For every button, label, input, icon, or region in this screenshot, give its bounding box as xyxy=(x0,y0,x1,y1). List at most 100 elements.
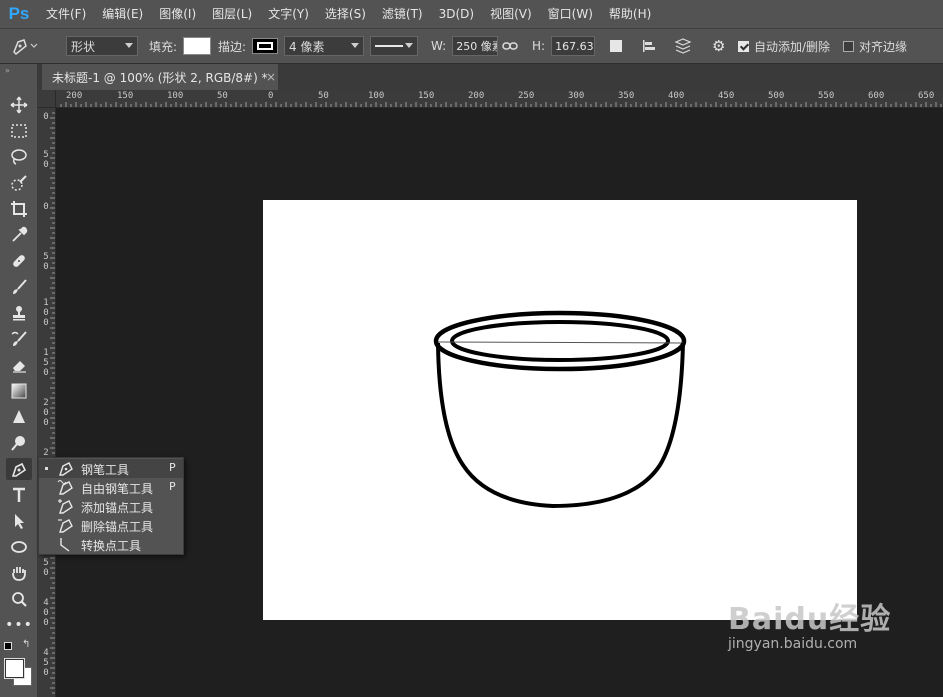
vertical-ruler[interactable]: 0 50 0 50 100 150 200 250 300 350 400 45… xyxy=(38,108,56,697)
more-icon: ••• xyxy=(5,617,33,633)
ellipse-tool[interactable] xyxy=(6,536,32,558)
flyout-item-pen[interactable]: 钢笔工具 P xyxy=(39,459,183,478)
color-swatches[interactable] xyxy=(4,658,34,688)
swap-colors-control[interactable]: ↰ xyxy=(4,639,34,652)
close-icon[interactable]: × xyxy=(266,70,276,84)
document-tab-bar: 未标题-1 @ 100% (形状 2, RGB/8#) * × xyxy=(38,64,943,90)
menu-3d[interactable]: 3D(D) xyxy=(431,0,482,28)
move-tool[interactable] xyxy=(6,94,32,116)
ruler-label: 550 xyxy=(818,91,835,101)
marquee-tool[interactable] xyxy=(6,120,32,142)
ruler-label: 150 xyxy=(117,91,134,101)
dodge-icon xyxy=(11,436,25,451)
ruler-label: 450 xyxy=(43,648,49,678)
align-edges-label: 对齐边缘 xyxy=(859,39,908,54)
ruler-label: 450 xyxy=(718,91,735,101)
menu-filter[interactable]: 滤镜(T) xyxy=(374,0,431,28)
pen-icon xyxy=(59,462,73,476)
document-tab[interactable]: 未标题-1 @ 100% (形状 2, RGB/8#) * × xyxy=(42,64,278,90)
arrow-icon xyxy=(15,514,24,529)
link-icon[interactable] xyxy=(502,40,518,52)
menu-type[interactable]: 文字(Y) xyxy=(260,0,317,28)
ruler-label: 100 xyxy=(368,91,385,101)
chevron-down-icon xyxy=(125,43,133,48)
stroke-line-icon xyxy=(375,45,403,47)
document-tab-title: 未标题-1 @ 100% (形状 2, RGB/8#) * xyxy=(52,70,268,85)
path-alignment-icon[interactable] xyxy=(641,38,657,54)
width-field[interactable]: 250 像素 xyxy=(452,36,499,56)
watermark-logo: Baidu经验 xyxy=(728,602,892,637)
path-selection-tool[interactable] xyxy=(6,510,32,532)
document-canvas[interactable] xyxy=(263,200,857,620)
lasso-tool[interactable] xyxy=(6,146,32,168)
height-field[interactable]: 167.63 像 xyxy=(551,36,596,56)
flyout-label: 添加锚点工具 xyxy=(81,501,154,515)
pen-tool[interactable] xyxy=(6,458,32,480)
zoom-tool[interactable] xyxy=(6,588,32,610)
eraser-icon xyxy=(13,361,26,373)
ellipse-icon xyxy=(11,541,27,553)
auto-add-delete-label: 自动添加/删除 xyxy=(754,39,831,54)
ruler-label: 500 xyxy=(768,91,785,101)
clone-stamp-tool[interactable] xyxy=(6,302,32,324)
align-edges-checkbox[interactable] xyxy=(843,40,854,52)
menu-layer[interactable]: 图层(L) xyxy=(204,0,260,28)
ruler-origin[interactable] xyxy=(38,90,56,108)
options-bar: 形状 填充: 描边: 4 像素 W: 250 像素 H: 167.63 像 xyxy=(0,28,943,64)
auto-add-delete-checkbox[interactable] xyxy=(738,40,749,52)
quick-selection-tool[interactable] xyxy=(6,172,32,194)
flyout-item-convert-point[interactable]: 转换点工具 xyxy=(39,535,183,554)
width-label: W: xyxy=(431,39,447,53)
path-arrangement-icon[interactable] xyxy=(673,37,693,55)
ruler-label: 650 xyxy=(918,91,935,101)
height-label: H: xyxy=(532,39,546,53)
horizontal-ruler[interactable]: 200 150 100 50 0 50 100 150 200 250 300 … xyxy=(56,90,943,108)
eraser-tool[interactable] xyxy=(6,354,32,376)
bandage-icon xyxy=(13,255,25,267)
tools-panel: » ••• ↰ xyxy=(0,64,38,697)
menu-window[interactable]: 窗口(W) xyxy=(540,0,601,28)
menu-help[interactable]: 帮助(H) xyxy=(601,0,659,28)
delete-anchor-icon xyxy=(58,519,73,533)
brush-tool[interactable] xyxy=(6,276,32,298)
hand-tool[interactable] xyxy=(6,562,32,584)
shortcut-key: P xyxy=(169,461,176,474)
menu-file[interactable]: 文件(F) xyxy=(38,0,94,28)
gear-icon[interactable]: ⚙ xyxy=(712,37,725,55)
blur-tool[interactable] xyxy=(6,406,32,428)
crop-tool[interactable] xyxy=(6,198,32,220)
history-brush-tool[interactable] xyxy=(6,328,32,350)
fill-label: 填充: xyxy=(149,39,178,54)
ruler-label: 0 xyxy=(43,112,49,122)
quick-selection-icon xyxy=(11,175,27,191)
pen-icon xyxy=(13,39,38,56)
menu-select[interactable]: 选择(S) xyxy=(317,0,374,28)
flyout-item-add-anchor[interactable]: 添加锚点工具 xyxy=(39,497,183,516)
mode-value: 形状 xyxy=(71,39,96,54)
gradient-tool[interactable] xyxy=(6,380,32,402)
type-tool[interactable] xyxy=(6,484,32,506)
stroke-swatch[interactable] xyxy=(252,38,279,54)
healing-brush-tool[interactable] xyxy=(6,250,32,272)
dodge-tool[interactable] xyxy=(6,432,32,454)
stroke-type-dropdown[interactable] xyxy=(370,36,418,56)
ruler-label: 150 xyxy=(43,348,49,378)
menu-edit[interactable]: 编辑(E) xyxy=(94,0,151,28)
photoshop-logo: Ps xyxy=(8,4,30,23)
eyedropper-tool[interactable] xyxy=(6,224,32,246)
menu-image[interactable]: 图像(I) xyxy=(151,0,204,28)
mode-dropdown[interactable]: 形状 xyxy=(66,36,138,56)
stroke-width-dropdown[interactable]: 4 像素 xyxy=(284,36,364,56)
bowl-drawing xyxy=(433,310,687,509)
path-operations-icon[interactable] xyxy=(610,40,622,52)
tool-preset-picker[interactable] xyxy=(8,35,38,57)
ruler-label: 200 xyxy=(66,91,83,101)
collapse-icon[interactable]: » xyxy=(5,66,10,75)
foreground-color-swatch[interactable] xyxy=(5,659,24,678)
edit-toolbar-button[interactable]: ••• xyxy=(5,614,33,636)
ruler-label: 0 xyxy=(268,91,274,101)
menu-view[interactable]: 视图(V) xyxy=(482,0,540,28)
flyout-item-freeform-pen[interactable]: 自由钢笔工具 P xyxy=(39,478,183,497)
flyout-item-delete-anchor[interactable]: 删除锚点工具 xyxy=(39,516,183,535)
fill-swatch[interactable] xyxy=(183,37,212,55)
